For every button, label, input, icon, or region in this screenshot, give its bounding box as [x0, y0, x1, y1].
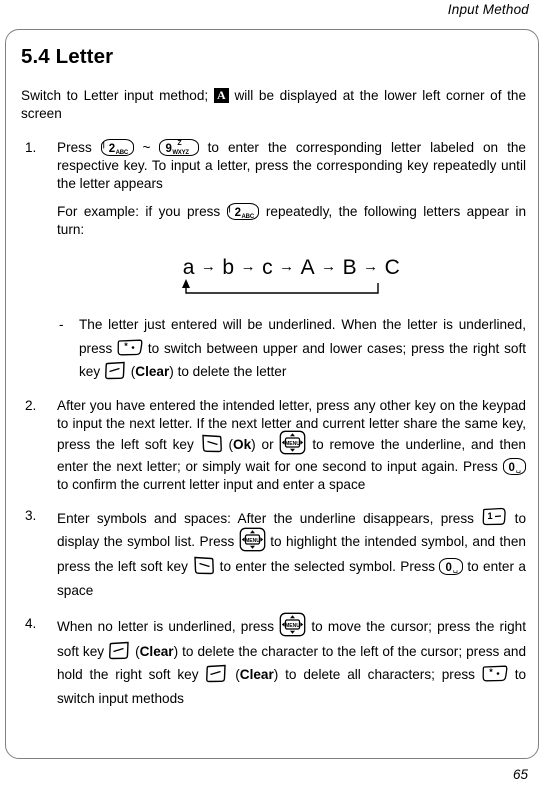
text-run: Enter symbols and spaces: After the unde… [57, 510, 474, 526]
key-letters: WXYZ [172, 150, 189, 157]
step1-subitem: - The letter just entered will be underl… [57, 313, 526, 383]
softkey-label-clear: Clear [135, 364, 170, 380]
text-run: Press [57, 140, 92, 156]
softkey-label-clear: Clear [239, 667, 274, 683]
text-run: to enter the selected symbol. Press [219, 559, 436, 575]
navigation-key-icon[interactable]: MENU [239, 527, 266, 552]
letter-sequence-diagram: a → b → c → A → B → C [57, 254, 526, 300]
key-letters: ABC [241, 214, 255, 221]
step-item-4: 4. When no letter is underlined, press M… [21, 612, 526, 710]
navigation-key-icon[interactable]: MENU [279, 612, 306, 637]
svg-text:MENU: MENU [245, 538, 260, 544]
step1-paragraph-1: Press | 2ABC ~ 9WXYZZ to enter the corres… [57, 139, 526, 193]
key-digit: 2 [234, 207, 242, 220]
sequence-item: C [384, 255, 401, 279]
right-soft-key-icon[interactable] [108, 641, 131, 660]
right-soft-key-icon[interactable] [104, 361, 127, 380]
sequence-arrow-icon: → [279, 257, 295, 275]
key-digit: 0 [508, 461, 515, 474]
key-digit: 9 [165, 143, 172, 156]
key-tick: | [102, 142, 105, 150]
svg-text:1: 1 [488, 511, 494, 522]
step-body: After you have entered the intended lett… [57, 397, 526, 494]
page-title: 5.4 Letter [21, 45, 114, 68]
sequence-arrow-icon: → [200, 257, 217, 275]
sequence-arrow-icon: → [363, 257, 379, 275]
text-run: ) or [251, 436, 274, 452]
step-item-2: 2. After you have entered the intended l… [21, 397, 526, 494]
key-star-icon: * [482, 665, 508, 682]
sequence-inner: a → b → c → A → B → C [180, 254, 404, 300]
right-soft-key-icon[interactable] [205, 664, 228, 683]
step-number: 4. [25, 616, 37, 632]
sequence-loopback-arrow-icon [181, 279, 379, 295]
navigation-key-icon[interactable]: MENU [279, 430, 306, 455]
left-soft-key-icon[interactable] [200, 434, 223, 453]
text-run: For example: if you press [57, 204, 221, 220]
key-mark: ␣ [515, 463, 521, 473]
sequence-arrow-icon: → [321, 257, 337, 275]
key-1-symbol-icon: 1 [481, 507, 507, 526]
sequence-item: b [222, 255, 235, 279]
key-2-abc-icon: | 2ABC [100, 139, 134, 157]
softkey-label-ok: Ok [233, 436, 252, 452]
key-0-space-icon: 0␣ [502, 457, 526, 475]
step-number: 3. [25, 507, 37, 523]
sequence-item: A [300, 255, 316, 279]
left-soft-key-icon[interactable] [192, 556, 215, 575]
key-9-wxyz-icon: 9WXYZ Z [159, 139, 199, 157]
sequence-arrow-icon: → [240, 257, 257, 275]
svg-text:*: * [124, 341, 128, 351]
intro-paragraph: Switch to Letter input method; A will be… [21, 87, 526, 123]
sequence-row: a → b → c → A → B → C [180, 254, 404, 282]
sequence-item: c [262, 255, 274, 279]
letter-mode-indicator-icon: A [213, 87, 229, 103]
step2-paragraph: After you have entered the intended lett… [57, 397, 526, 494]
key-tick: | [228, 206, 231, 214]
intro-text-before: Switch to Letter input method; [21, 88, 209, 103]
key-digit: 2 [108, 143, 116, 156]
text-run: ) to delete the letter [169, 364, 287, 380]
step-body: Press | 2ABC ~ 9WXYZZ to enter the corres… [57, 139, 526, 383]
step3-paragraph: Enter symbols and spaces: After the unde… [57, 507, 526, 602]
page-content: 5.4 Letter Switch to Letter input method… [21, 45, 526, 723]
steps-list: 1. Press | 2ABC ~ 9WXYZZ to enter the cor… [21, 139, 526, 710]
step-body: Enter symbols and spaces: After the unde… [57, 507, 526, 602]
subitem-dash: - [59, 317, 64, 333]
key-letters: ABC [115, 150, 129, 157]
step1-example-paragraph: For example: if you press | 2ABC repeated… [57, 203, 526, 239]
key-0-space-icon: 0␣ [439, 558, 463, 576]
sequence-item: B [342, 255, 358, 279]
sequence-item: a [182, 255, 195, 279]
running-head: Input Method [447, 2, 529, 17]
svg-text:MENU: MENU [286, 441, 301, 447]
step4-paragraph: When no letter is underlined, press MENU [57, 612, 526, 710]
step-item-1: 1. Press | 2ABC ~ 9WXYZZ to enter the cor… [21, 139, 526, 383]
step-number: 1. [25, 140, 37, 156]
key-mark: ␣ [452, 564, 458, 574]
key-2-abc-icon: | 2ABC [226, 203, 260, 221]
key-star-icon: * [117, 339, 143, 356]
key-digit: 0 [445, 562, 452, 575]
page-number: 65 [512, 767, 528, 782]
softkey-label-clear: Clear [139, 644, 174, 660]
text-run: ) to delete all characters; press [273, 667, 475, 683]
step-item-3: 3. Enter symbols and spaces: After the u… [21, 507, 526, 602]
text-run: ~ [142, 140, 151, 156]
svg-text:*: * [489, 667, 493, 677]
step-body: When no letter is underlined, press MENU [57, 612, 526, 710]
text-run: When no letter is underlined, press [57, 619, 275, 635]
key-tick: Z [177, 140, 182, 148]
svg-text:MENU: MENU [285, 623, 300, 629]
text-run: to confirm the current letter input and … [57, 476, 366, 492]
step-number: 2. [25, 397, 37, 413]
